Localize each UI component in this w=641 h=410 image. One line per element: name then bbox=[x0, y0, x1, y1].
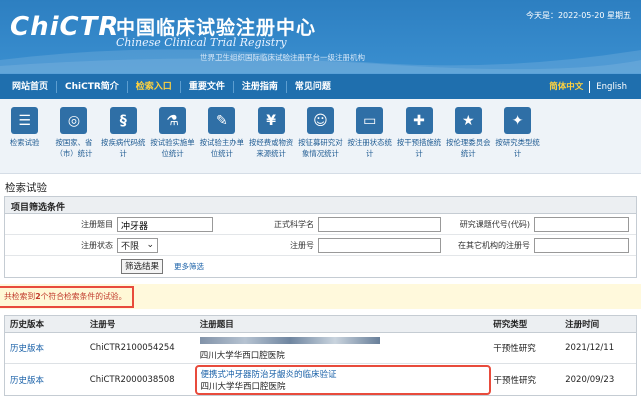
nav-guide[interactable]: 注册指南 bbox=[234, 80, 287, 93]
sci-title-input[interactable] bbox=[318, 216, 441, 232]
filter-heading: 项目筛选条件 bbox=[5, 197, 636, 214]
card-icon: ▭ bbox=[356, 107, 384, 134]
chevron-down-icon: ⌄ bbox=[146, 240, 154, 250]
filter-row-1: 注册题目 冲牙器 正式科学名 研究课题代号(代码) bbox=[5, 214, 636, 235]
doctor-icon: ✚ bbox=[405, 107, 433, 134]
site-title-en: Chinese Clinical Trial Registry bbox=[116, 36, 287, 49]
stat-item-label: 按国家、省（市）统计 bbox=[55, 138, 93, 158]
result-count-notice: 共检索到 2 个符合检索条件的试验。 bbox=[0, 285, 134, 308]
flask-icon: ⚗ bbox=[159, 107, 187, 134]
main-nav: 网站首页 ChiCTR简介 检索入口 重要文件 注册指南 常见问题 简体中文 E… bbox=[0, 73, 641, 99]
lang-zh-link[interactable]: 简体中文 bbox=[543, 81, 591, 93]
filter-row-2: 注册状态 不限 ⌄ 注册号 在其它机构的注册号 bbox=[5, 235, 636, 256]
stat-item-clipboard[interactable]: ✎ 按试验主办单位统计 bbox=[197, 99, 246, 173]
notice-suffix: 个符合检索条件的试验。 bbox=[40, 292, 127, 301]
stat-item-label: 按疾病代码统计 bbox=[101, 138, 146, 158]
date-cell: 2021/12/11 bbox=[565, 343, 615, 353]
result-notice-bar: 共检索到 2 个符合检索条件的试验。 bbox=[0, 284, 641, 309]
dna-icon: § bbox=[109, 107, 137, 134]
code-label: 研究课题代号(代码) bbox=[459, 219, 530, 229]
stat-item-list[interactable]: ☰ 检索试验 bbox=[0, 99, 49, 173]
regno-cell: ChiCTR2100054254 bbox=[89, 343, 175, 353]
stat-item-flask[interactable]: ⚗ 按试验实施单位统计 bbox=[148, 99, 197, 173]
stat-item-label: 检索试验 bbox=[9, 138, 40, 147]
regno-input[interactable] bbox=[318, 237, 441, 253]
stat-item-label: 按试验主办单位统计 bbox=[199, 138, 244, 158]
type-cell: 干预性研究 bbox=[493, 344, 536, 354]
site-header: ChiCTR 中国临床试验注册中心 Chinese Clinical Trial… bbox=[0, 0, 641, 73]
stat-item-people[interactable]: ☺ 按征募研究对象情况统计 bbox=[296, 99, 345, 173]
filter-row-3: 筛选结果 更多筛选 bbox=[5, 256, 636, 277]
results-header: 历史版本 注册号 注册题目 研究类型 注册时间 bbox=[5, 316, 636, 333]
more-filters-link[interactable]: 更多筛选 bbox=[174, 261, 204, 272]
stat-item-label: 按干预措施统计 bbox=[396, 138, 442, 158]
stat-item-label: 按伦理委员会统计 bbox=[446, 138, 491, 158]
stat-item-label: 按试验实施单位统计 bbox=[150, 138, 195, 158]
filter-panel: 项目筛选条件 注册题目 冲牙器 正式科学名 研究课题代号(代码) 注册状态 不限… bbox=[4, 196, 637, 278]
code-input[interactable] bbox=[534, 216, 629, 232]
org-text: 四川大学华西口腔医院 bbox=[199, 350, 285, 361]
highlighted-title-box: 便携式冲牙器防治牙龈炎的临床验证 四川大学华西口腔医院 bbox=[195, 364, 492, 395]
money-icon: ¥ bbox=[257, 107, 285, 134]
chictr-logo[interactable]: ChiCTR bbox=[10, 12, 119, 42]
title-cell: 四川大学华西口腔医院 bbox=[195, 336, 489, 361]
stat-item-globe[interactable]: ◎ 按国家、省（市）统计 bbox=[49, 99, 98, 173]
nav-home[interactable]: 网站首页 bbox=[4, 80, 58, 93]
other-regno-label: 在其它机构的注册号 bbox=[458, 240, 530, 250]
nav-documents[interactable]: 重要文件 bbox=[181, 80, 234, 93]
people-icon: ☺ bbox=[306, 107, 334, 134]
globe-icon: ◎ bbox=[60, 107, 88, 134]
org-text: 四川大学华西口腔医院 bbox=[200, 381, 286, 392]
stat-item-card[interactable]: ▭ 按注册状态统计 bbox=[345, 99, 394, 173]
stat-item-money[interactable]: ¥ 按经费或物资来源统计 bbox=[246, 99, 295, 173]
sci-title-label: 正式科学名 bbox=[274, 219, 314, 229]
notice-prefix: 共检索到 bbox=[4, 292, 36, 301]
history-link[interactable]: 历史版本 bbox=[5, 374, 85, 386]
current-date: 今天是：2022-05-20 星期五 bbox=[525, 11, 631, 20]
filter-submit-button[interactable]: 筛选结果 bbox=[121, 259, 164, 274]
col-regno: 注册号 bbox=[89, 320, 116, 330]
stats-icon-bar: ☰ 检索试验 ◎ 按国家、省（市）统计 § 按疾病代码统计 ⚗ 按试验实施单位统计 ✎ 按试验主办… bbox=[0, 99, 641, 174]
type-cell: 干预性研究 bbox=[493, 375, 536, 386]
regno-label: 注册号 bbox=[290, 240, 314, 250]
lang-en-link[interactable]: English bbox=[590, 81, 633, 93]
sparkle-icon: ✦ bbox=[504, 107, 532, 134]
col-title: 注册题目 bbox=[199, 320, 234, 330]
blurred-title[interactable] bbox=[199, 336, 489, 346]
nav-about[interactable]: ChiCTR简介 bbox=[57, 80, 128, 93]
site-subtitle: 世界卫生组织国际临床试验注册平台一级注册机构 bbox=[200, 53, 365, 62]
status-label: 注册状态 bbox=[81, 240, 113, 250]
nav-search[interactable]: 检索入口 bbox=[128, 80, 181, 93]
status-select[interactable]: 不限 ⌄ bbox=[117, 237, 158, 253]
stat-item-label: 按经费或物资来源统计 bbox=[248, 138, 294, 158]
stat-item-label: 按征募研究对象情况统计 bbox=[298, 138, 343, 158]
stat-item-doctor[interactable]: ✚ 按干预措施统计 bbox=[394, 99, 443, 173]
nav-faq[interactable]: 常见问题 bbox=[287, 81, 339, 93]
date-cell: 2020/09/23 bbox=[565, 374, 615, 385]
other-regno-input[interactable] bbox=[534, 237, 629, 253]
title-cell: 便携式冲牙器防治牙龈炎的临床验证 四川大学华西口腔医院 bbox=[194, 364, 492, 395]
clipboard-icon: ✎ bbox=[208, 107, 236, 134]
col-history: 历史版本 bbox=[10, 320, 45, 330]
results-table: 历史版本 注册号 注册题目 研究类型 注册时间 历史版本 ChiCTR21000… bbox=[4, 315, 637, 396]
status-select-value: 不限 bbox=[121, 241, 140, 252]
trial-title-link[interactable]: 便携式冲牙器防治牙龈炎的临床验证 bbox=[200, 368, 486, 380]
stat-item-sparkle[interactable]: ✦ 按研究类型统计 bbox=[493, 99, 542, 173]
star-icon: ★ bbox=[454, 107, 482, 134]
table-row: 历史版本 ChiCTR2000038508 便携式冲牙器防治牙龈炎的临床验证 四… bbox=[5, 364, 636, 395]
regno-cell: ChiCTR2000038508 bbox=[89, 374, 175, 385]
stat-item-dna[interactable]: § 按疾病代码统计 bbox=[99, 99, 148, 173]
col-type: 研究类型 bbox=[493, 320, 528, 330]
table-row: 历史版本 ChiCTR2100054254 四川大学华西口腔医院 干预性研究 2… bbox=[5, 333, 636, 364]
stat-item-label: 按注册状态统计 bbox=[347, 138, 392, 158]
stat-item-label: 按研究类型统计 bbox=[495, 138, 540, 158]
list-icon: ☰ bbox=[11, 107, 39, 134]
history-link[interactable]: 历史版本 bbox=[5, 342, 85, 354]
col-date: 注册时间 bbox=[565, 320, 600, 330]
title-input[interactable]: 冲牙器 bbox=[117, 216, 213, 232]
stat-item-star[interactable]: ★ 按伦理委员会统计 bbox=[444, 99, 493, 173]
language-switch: 简体中文 English bbox=[543, 81, 633, 93]
title-label: 注册题目 bbox=[81, 219, 113, 229]
page-title: 检索试验 bbox=[5, 182, 47, 194]
